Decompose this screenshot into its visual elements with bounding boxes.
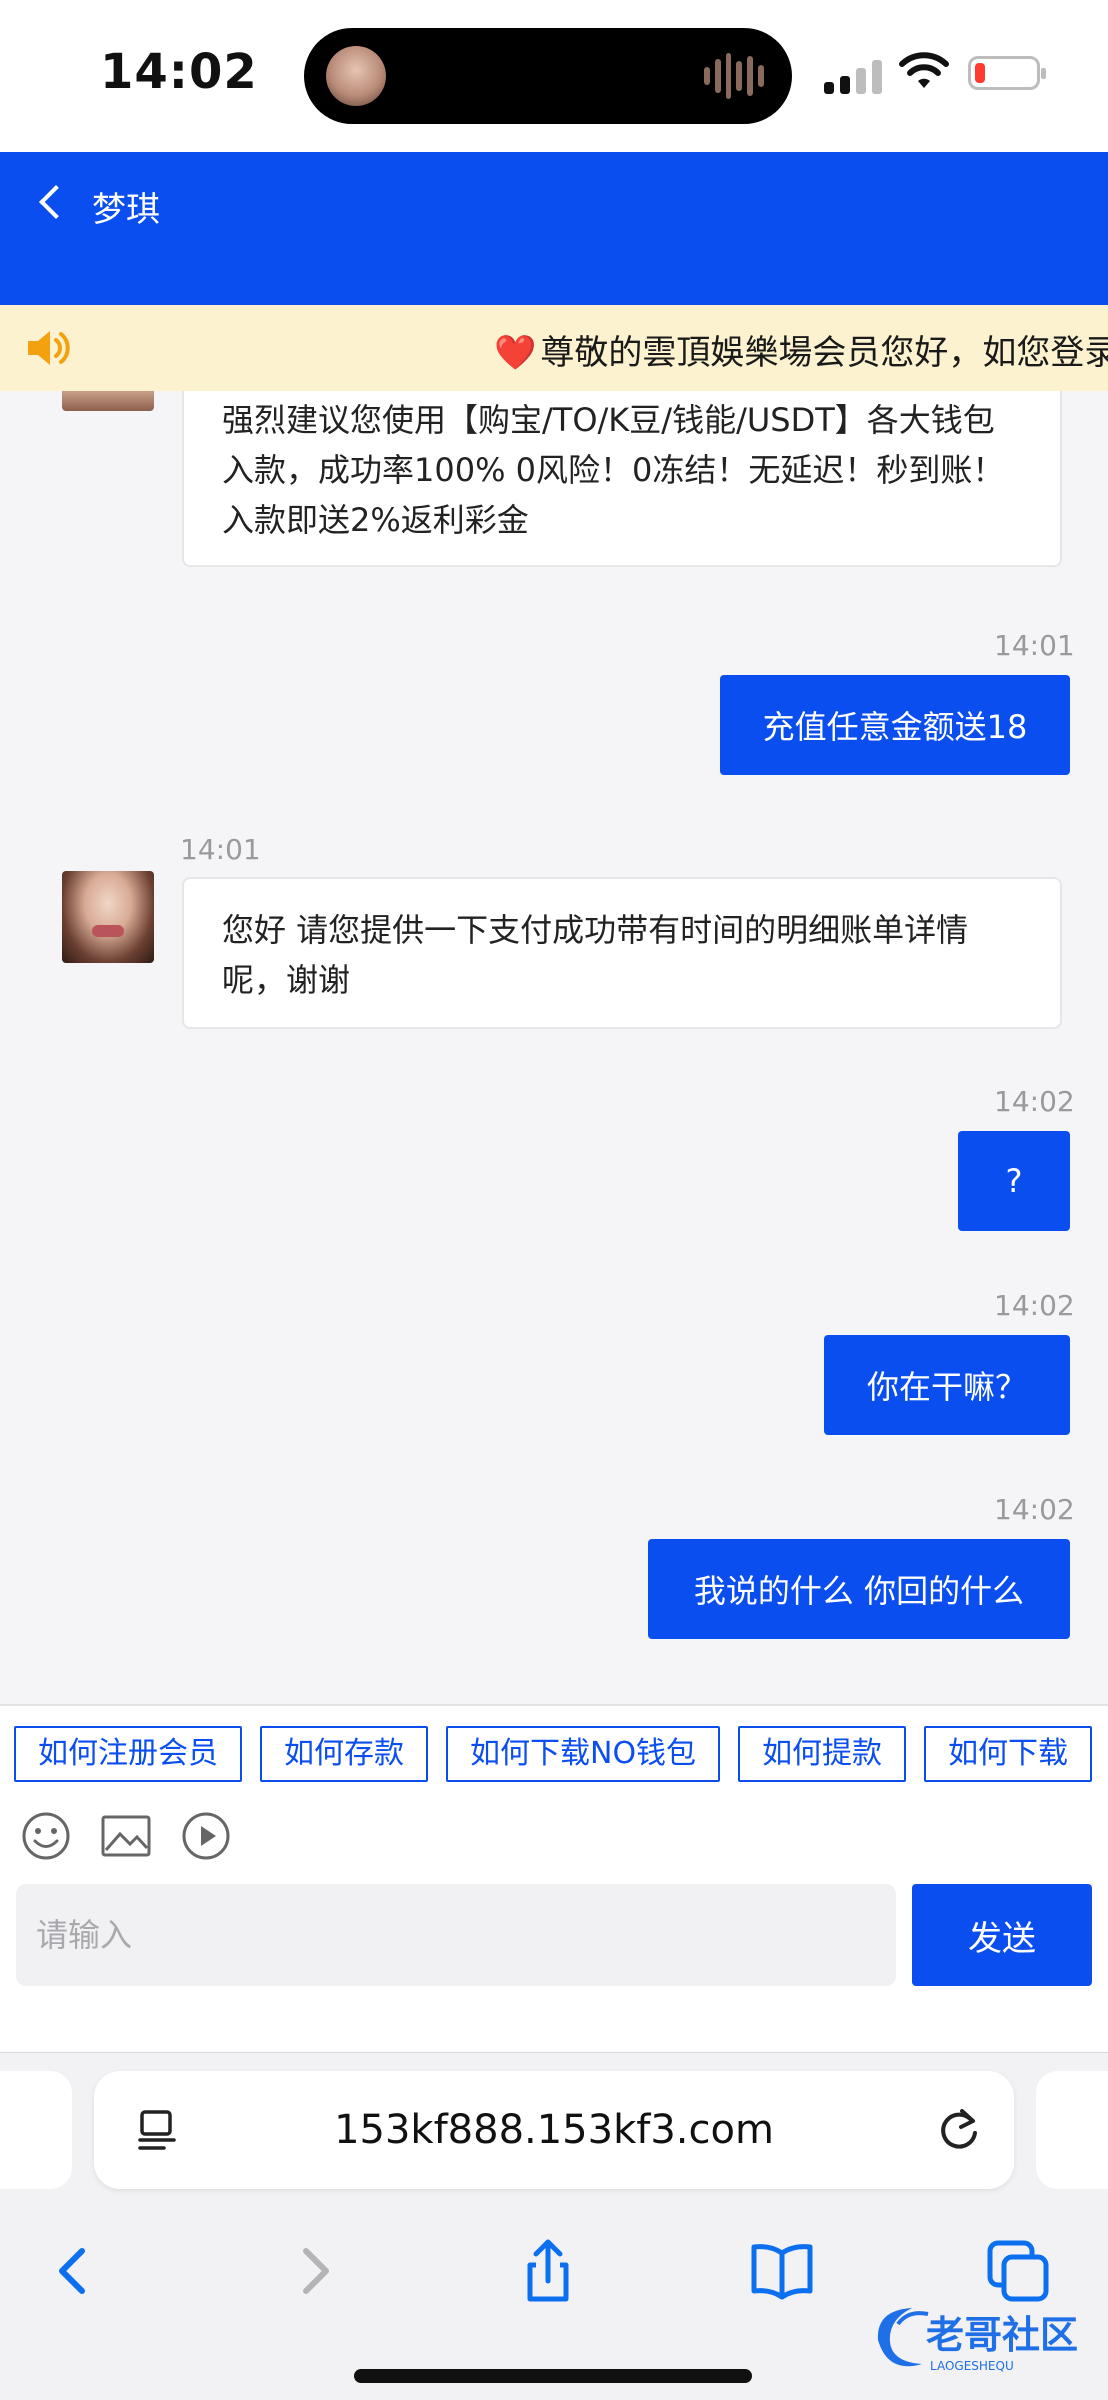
- battery-icon: [968, 56, 1046, 90]
- quick-reply-withdraw[interactable]: 如何提款: [738, 1726, 907, 1782]
- speaker-icon: [28, 331, 70, 365]
- emoji-icon[interactable]: [20, 1810, 72, 1862]
- status-bar: 14:02: [0, 0, 1108, 152]
- message-time: 14:01: [180, 833, 261, 866]
- message-time: 14:01: [994, 629, 1075, 662]
- message-text: 我说的什么 你回的什么: [693, 1572, 1025, 1610]
- agent-message-bubble: 强烈建议您使用【购宝/TO/K豆/钱能/USDT】各大钱包入款，成功率100% …: [182, 391, 1062, 567]
- wifi-icon: [899, 52, 949, 88]
- agent-message-bubble: 您好 请您提供一下支付成功带有时间的明细账单详情呢，谢谢: [182, 877, 1062, 1029]
- user-message-bubble: 充值任意金额送18: [720, 675, 1070, 775]
- reload-icon[interactable]: [934, 2105, 984, 2155]
- agent-avatar[interactable]: [62, 871, 154, 963]
- message-text: 您好 请您提供一下支付成功带有时间的明细账单详情呢，谢谢: [222, 911, 969, 999]
- quick-reply-bar[interactable]: 如何注册会员 如何存款 如何下载NO钱包 如何提款 如何下载: [14, 1726, 1108, 1784]
- tabs-icon[interactable]: [984, 2237, 1052, 2305]
- video-play-icon[interactable]: [180, 1810, 232, 1862]
- back-icon[interactable]: [30, 178, 76, 228]
- message-time: 14:02: [994, 1289, 1075, 1322]
- quick-reply-download[interactable]: 如何下载: [924, 1726, 1093, 1782]
- notice-bar: ❤️ 尊敬的雲頂娛樂場会员您好，如您登录: [0, 305, 1108, 391]
- composer-toolbar: [20, 1810, 232, 1864]
- address-bar[interactable]: 153kf888.153kf3.com: [94, 2071, 1014, 2189]
- composer: 如何注册会员如何存款如何下载NO钱包如何提款如何下载 发送: [0, 1704, 1108, 2052]
- message-input[interactable]: [16, 1884, 896, 1986]
- message-text: 你在干嘛？: [866, 1368, 1027, 1406]
- image-icon[interactable]: [100, 1810, 152, 1862]
- message-text: 充值任意金额送18: [762, 708, 1028, 746]
- watermark-subtext: LAOGESHEQU: [930, 2359, 1014, 2373]
- heart-icon: ❤️: [494, 333, 537, 373]
- message-list[interactable]: 强烈建议您使用【购宝/TO/K豆/钱能/USDT】各大钱包入款，成功率100% …: [0, 391, 1108, 1704]
- user-message-bubble: ?: [958, 1131, 1070, 1231]
- bookmarks-icon[interactable]: [748, 2237, 816, 2305]
- message-time: 14:02: [994, 1493, 1075, 1526]
- dynamic-island[interactable]: [304, 28, 792, 124]
- url-text: 153kf888.153kf3.com: [334, 2107, 774, 2153]
- message-text: ?: [1005, 1162, 1023, 1200]
- notice-text: 尊敬的雲頂娛樂場会员您好，如您登录: [540, 333, 1108, 373]
- forward-arrow-icon[interactable]: [280, 2237, 348, 2305]
- message-time: 14:02: [994, 1085, 1075, 1118]
- cellular-signal-icon: [824, 60, 882, 94]
- avatar: [62, 391, 154, 411]
- user-message-bubble: 我说的什么 你回的什么: [648, 1539, 1070, 1639]
- notice-marquee: ❤️ 尊敬的雲頂娛樂場会员您好，如您登录: [494, 325, 1108, 374]
- watermark-logo: 老哥社区 LAOGESHEQU: [877, 2308, 1078, 2373]
- audio-wave-icon: [704, 52, 764, 100]
- back-arrow-icon[interactable]: [40, 2237, 108, 2305]
- home-indicator[interactable]: [354, 2369, 752, 2383]
- now-playing-avatar: [326, 46, 386, 106]
- previous-tab[interactable]: [0, 2071, 72, 2189]
- watermark-text: 老哥社区: [926, 2313, 1078, 2357]
- quick-reply-register[interactable]: 如何注册会员: [14, 1726, 242, 1782]
- status-time: 14:02: [100, 44, 258, 100]
- send-button[interactable]: 发送: [912, 1884, 1092, 1986]
- share-icon[interactable]: [514, 2237, 582, 2305]
- quick-reply-download-wallet[interactable]: 如何下载NO钱包: [446, 1726, 721, 1782]
- user-message-bubble: 你在干嘛？: [824, 1335, 1070, 1435]
- quick-reply-deposit[interactable]: 如何存款: [260, 1726, 428, 1782]
- chat-title: 梦琪: [92, 190, 160, 230]
- chat-header: 梦琪: [0, 152, 1108, 305]
- message-text: 强烈建议您使用【购宝/TO/K豆/钱能/USDT】各大钱包入款，成功率100% …: [222, 401, 1005, 539]
- next-tab[interactable]: [1036, 2071, 1108, 2189]
